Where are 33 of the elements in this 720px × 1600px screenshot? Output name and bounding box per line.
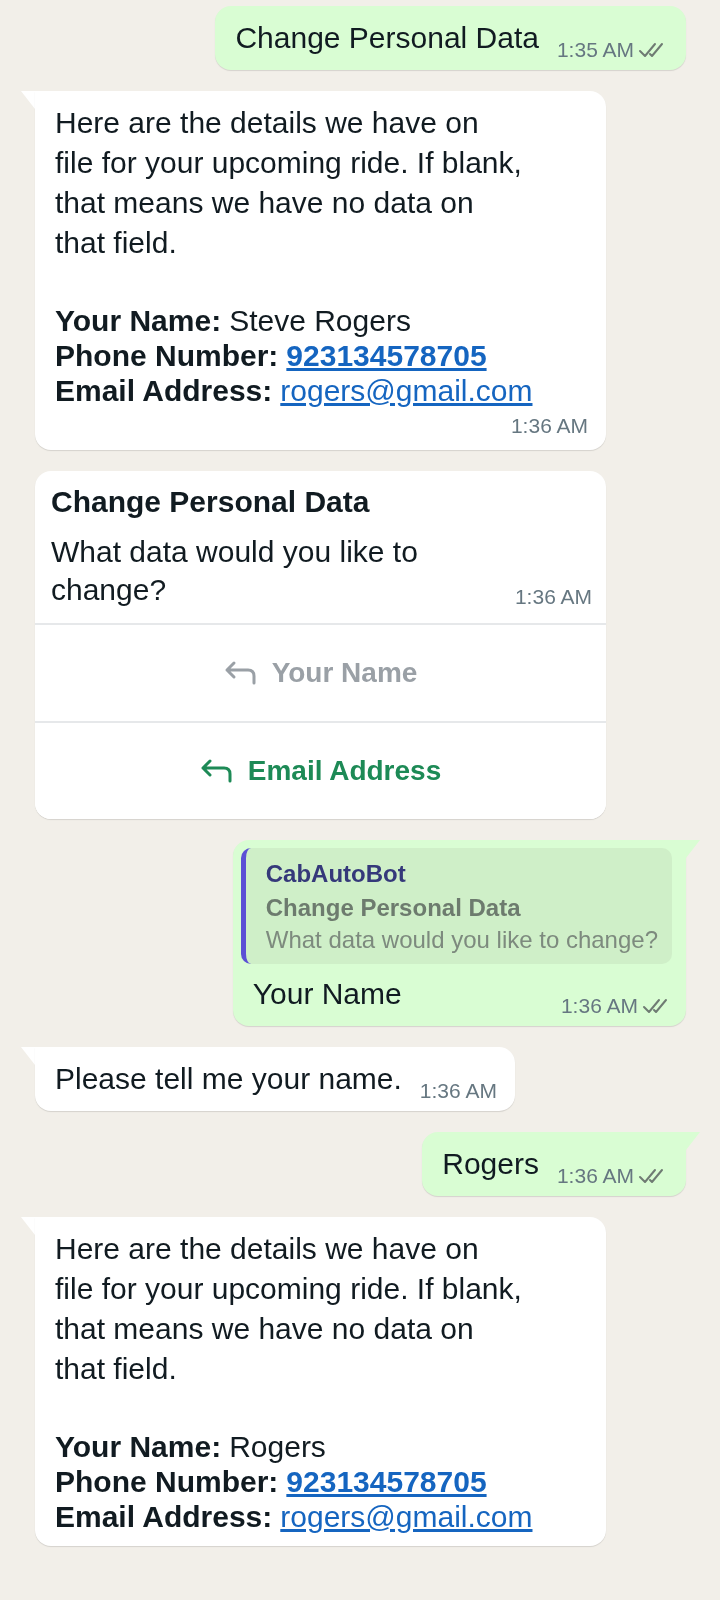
message-text: Here are the details we have on file for your upcoming ride. If blank, that means we have no data on that field.	[55, 1231, 523, 1387]
message-time: 1:36 AM	[510, 414, 588, 438]
message-time: 1:36 AM	[419, 1079, 497, 1103]
field-label: Email Address:	[55, 1500, 273, 1533]
reply-arrow-icon	[223, 660, 258, 686]
message-text: Change Personal Data	[235, 20, 539, 56]
quoted-title: Change Personal Data	[265, 893, 522, 923]
message-text: Please tell me your name.	[55, 1061, 402, 1097]
field-label: Your Name:	[55, 1430, 222, 1463]
email-link[interactable]: rogers@gmail.com	[280, 374, 533, 407]
message-time: 1:36 AM	[514, 585, 592, 609]
field-label: Phone Number:	[55, 339, 279, 372]
quoted-message[interactable]: CabAutoBot Change Personal Data What data would you like to change?	[240, 848, 672, 964]
message-time: 1:36 AM	[556, 1164, 634, 1188]
message-text: Your Name	[252, 976, 402, 1012]
phone-link[interactable]: 923134578705	[286, 339, 487, 372]
message-text: Rogers	[442, 1146, 539, 1182]
message-text: Here are the details we have on file for your upcoming ride. If blank, that means we have no data on that field.	[55, 105, 523, 261]
email-link[interactable]: rogers@gmail.com	[280, 1500, 533, 1533]
message-time: 1:36 AM	[560, 994, 638, 1018]
field-label: Your Name:	[55, 304, 222, 337]
field-label: Phone Number:	[55, 1465, 279, 1498]
phone-link[interactable]: 923134578705	[286, 1465, 487, 1498]
reply-arrow-icon	[199, 758, 234, 784]
message-text: What data would you like to change?	[51, 534, 419, 608]
quoted-text: What data would you like to change?	[265, 925, 658, 955]
quick-reply-button[interactable]: Email Address	[35, 721, 606, 819]
field-label: Email Address:	[55, 374, 273, 407]
card-title: Change Personal Data	[51, 485, 371, 519]
field-value: Rogers	[229, 1430, 326, 1463]
field-value: Steve Rogers	[229, 304, 411, 337]
message-time: 1:35 AM	[556, 38, 634, 62]
quoted-sender: CabAutoBot	[265, 859, 407, 889]
